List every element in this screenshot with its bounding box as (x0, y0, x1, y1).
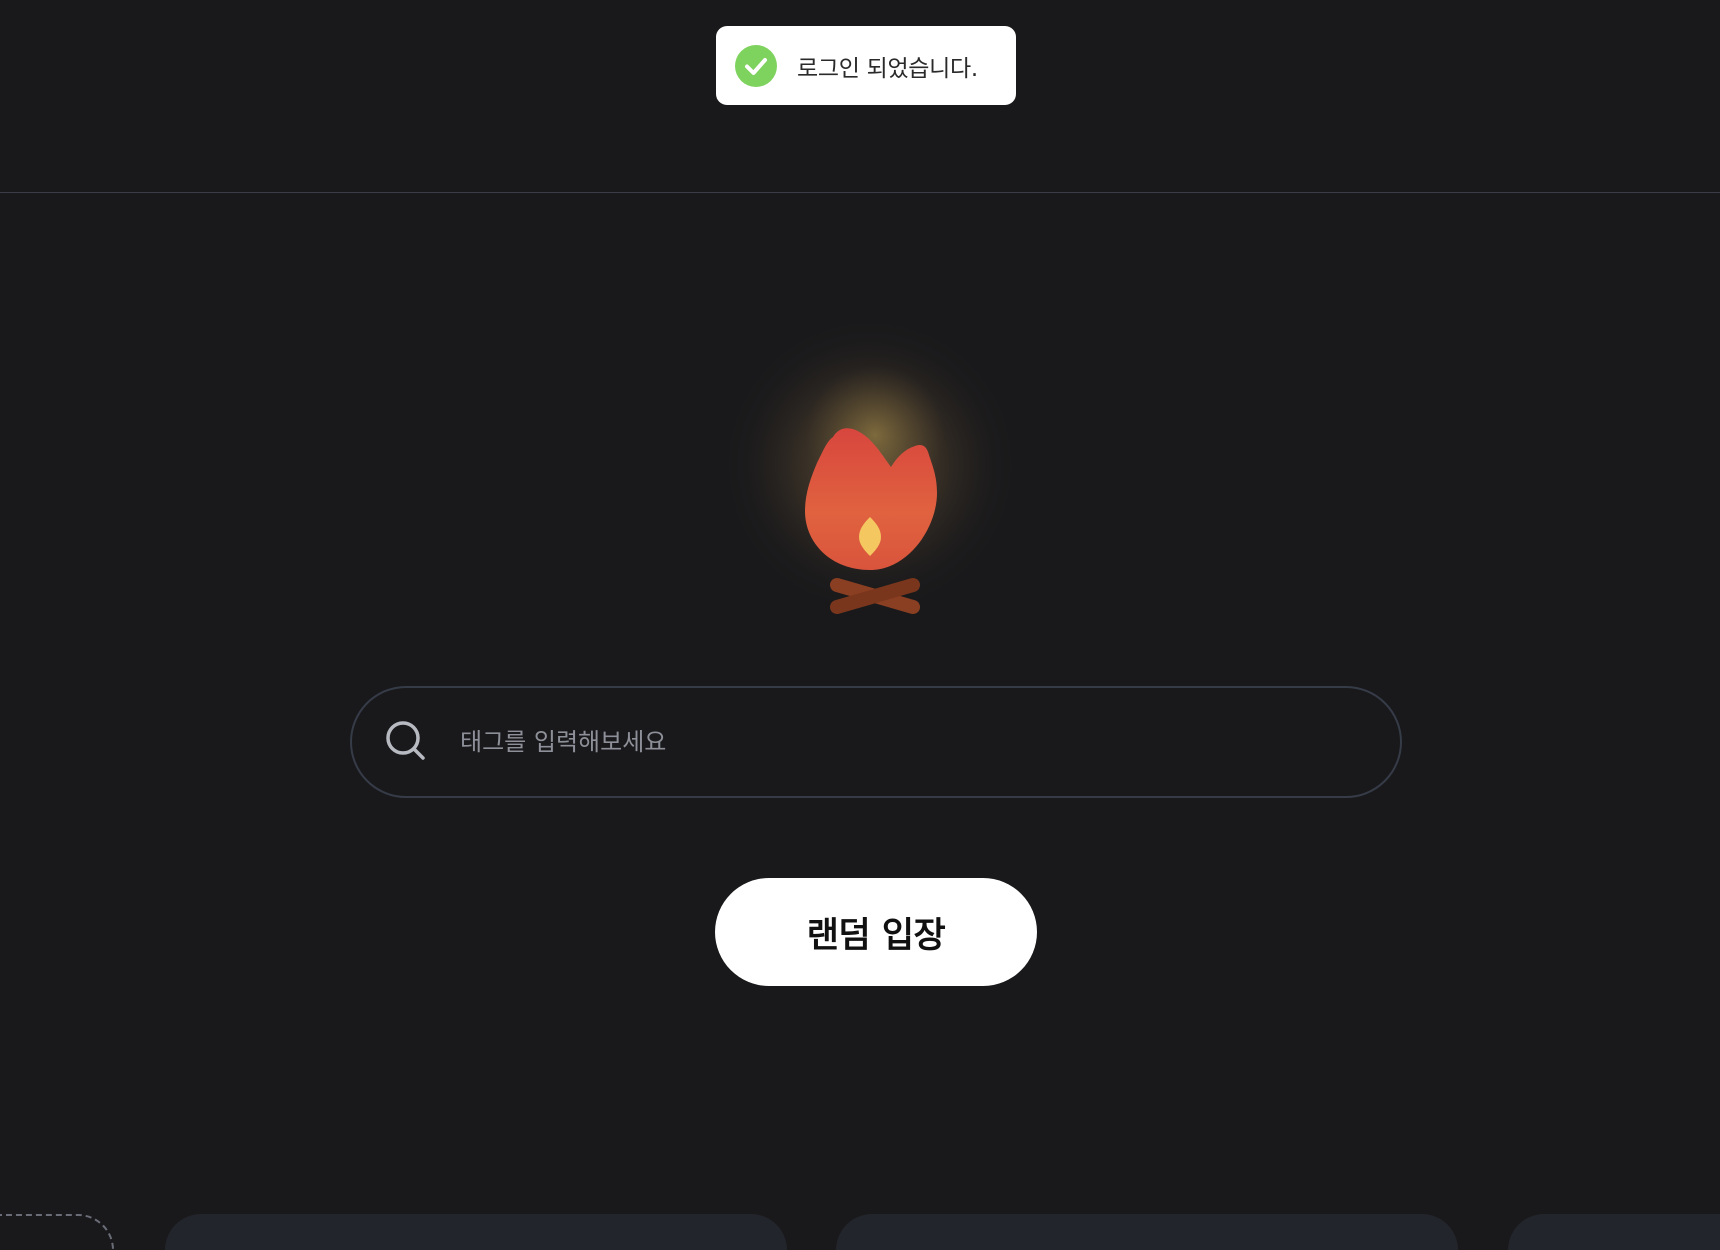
tag-search-input[interactable] (458, 711, 1400, 773)
check-circle-icon (735, 44, 777, 87)
campfire-icon (695, 315, 1025, 645)
header-divider (0, 192, 1720, 193)
add-room-card[interactable] (0, 1214, 114, 1250)
tag-search-bar[interactable] (350, 686, 1402, 798)
random-enter-button[interactable]: 랜덤 입장 (715, 878, 1037, 986)
toast-message: 로그인 되었습니다. (797, 55, 978, 82)
search-icon (384, 719, 430, 765)
room-card[interactable] (836, 1214, 1458, 1250)
login-success-toast: 로그인 되었습니다. (716, 26, 1016, 105)
page: 로그인 되었습니다. 태그를 입력해보세요 랜덤 입장 (0, 0, 1720, 1250)
room-card[interactable] (165, 1214, 787, 1250)
room-card[interactable] (1508, 1214, 1720, 1250)
